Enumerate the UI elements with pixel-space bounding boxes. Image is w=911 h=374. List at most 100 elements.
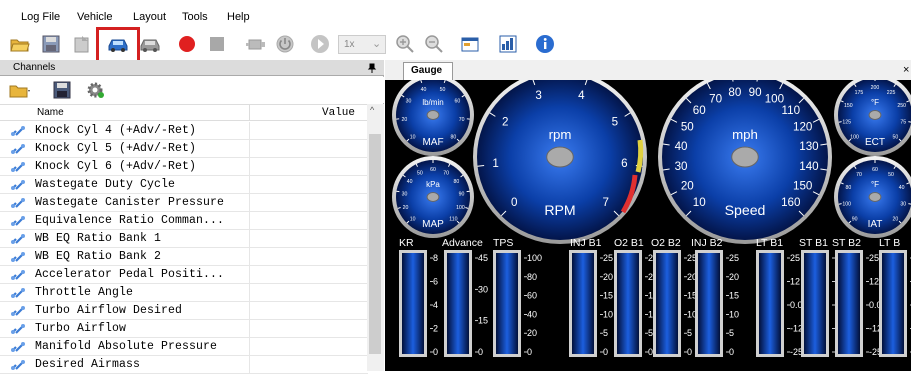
- map-tick-label: 70: [443, 170, 449, 176]
- tps-bar-tick-label: 0: [527, 347, 532, 357]
- maf-tick-label: 30: [406, 99, 412, 105]
- channel-row[interactable]: Wastegate Canister Pressure: [0, 194, 368, 212]
- menu-tools[interactable]: Tools: [182, 11, 208, 23]
- info-icon[interactable]: [535, 34, 555, 54]
- save-channels-icon[interactable]: [52, 80, 72, 100]
- map-tick-label: 110: [449, 216, 457, 222]
- channel-row[interactable]: Knock Cyl 4 (+Adv/-Ret): [0, 122, 368, 140]
- channel-row[interactable]: Knock Cyl 6 (+Adv/-Ret): [0, 158, 368, 176]
- map-gauge-name: MAP: [422, 219, 444, 230]
- scrollbar-thumb[interactable]: [369, 134, 381, 354]
- speed-tick-label: 120: [793, 121, 812, 134]
- channel-name: Turbo Airflow Desired: [35, 304, 182, 317]
- zoom-out-icon[interactable]: [424, 34, 444, 54]
- column-value-header[interactable]: Value: [322, 107, 355, 119]
- bar-label: TPS: [493, 237, 513, 249]
- speed-tick-label: 150: [793, 179, 812, 192]
- channel-link-icon: [10, 341, 26, 353]
- channel-row[interactable]: Knock Cyl 5 (+Adv/-Ret): [0, 140, 368, 158]
- channel-row[interactable]: WB EQ Ratio Bank 1: [0, 230, 368, 248]
- ect-tick-label: 200: [871, 85, 880, 91]
- menu-help[interactable]: Help: [227, 11, 250, 23]
- channel-row[interactable]: Throttle Angle: [0, 284, 368, 302]
- inj-b2-bar-tick-label: 25: [729, 253, 739, 263]
- rpm-tick-label: 2: [502, 116, 508, 129]
- kr-bar-tick-label: 6: [433, 277, 438, 287]
- open-folder-icon[interactable]: [10, 34, 30, 54]
- channel-row[interactable]: WB EQ Ratio Bank 2: [0, 248, 368, 266]
- speed-tick-label: 140: [799, 160, 818, 173]
- inj-b2-bar-tick-label: 0: [729, 347, 734, 357]
- tab-gauge[interactable]: Gauge: [403, 62, 453, 80]
- power-icon[interactable]: [275, 34, 295, 54]
- playback-speed-value: 1x: [344, 39, 355, 50]
- scroll-up-icon[interactable]: ^: [370, 105, 374, 115]
- channel-settings-icon[interactable]: [84, 80, 106, 100]
- speed-tick-label: 60: [693, 104, 706, 117]
- speed-tick-label: 90: [749, 86, 762, 99]
- channel-link-icon: [10, 269, 26, 281]
- open-channels-icon[interactable]: [9, 81, 31, 99]
- save-icon[interactable]: [41, 34, 61, 54]
- gauge-tabstrip: Gauge ×: [385, 60, 911, 80]
- channel-row[interactable]: Desired Airmass: [0, 356, 368, 374]
- o2-b2-bar-fill: [656, 253, 678, 354]
- channel-link-icon: [10, 233, 26, 245]
- stop-icon[interactable]: [207, 34, 227, 54]
- channel-name: Throttle Angle: [35, 286, 133, 299]
- channels-grid-header: Name Value: [0, 104, 384, 121]
- speed-tick-label: 110: [782, 104, 801, 117]
- channel-link-icon: [10, 305, 26, 317]
- channel-row[interactable]: Accelerator Pedal Positi...: [0, 266, 368, 284]
- kr-bar-tick-label: 4: [433, 300, 438, 310]
- zoom-in-icon[interactable]: [395, 34, 415, 54]
- speed-tick-label: 160: [781, 196, 800, 209]
- bar-label: LT B: [879, 237, 900, 249]
- channel-row[interactable]: Turbo Airflow: [0, 320, 368, 338]
- record-icon[interactable]: [177, 34, 197, 54]
- channels-scrollbar[interactable]: ^: [367, 104, 384, 371]
- iat-tick-label: 30: [900, 202, 906, 208]
- bar-label: INJ B2: [691, 237, 723, 249]
- maf-tick-label: 80: [451, 134, 457, 140]
- channel-row[interactable]: Manifold Absolute Pressure: [0, 338, 368, 356]
- kr-bar-tick-label: 0: [433, 347, 438, 357]
- vehicle-disconnect-icon[interactable]: [139, 34, 161, 54]
- map-tick-label: 100: [456, 205, 465, 211]
- lt-b1-bar-tick-label: 0.0: [790, 300, 803, 310]
- column-name-header[interactable]: Name: [37, 107, 64, 118]
- channel-name: Knock Cyl 5 (+Adv/-Ret): [35, 142, 196, 155]
- play-icon[interactable]: [310, 34, 330, 54]
- layout-icon[interactable]: [460, 34, 480, 54]
- speed-needle-hub: [732, 147, 759, 167]
- channel-name: Accelerator Pedal Positi...: [35, 268, 224, 281]
- bar-label: O2 B2: [651, 237, 681, 249]
- rpm-needle-hub: [547, 147, 574, 167]
- dashboard-icon[interactable]: [498, 34, 518, 54]
- menu-log-file[interactable]: Log File: [21, 11, 60, 23]
- inj-b2-bar-tick-label: 10: [729, 309, 739, 319]
- channels-title-bar: Channels: [0, 60, 384, 76]
- close-icon[interactable]: ×: [903, 64, 909, 76]
- speed-tick-label: 80: [728, 86, 741, 99]
- rpm-warning-band: [638, 140, 641, 172]
- inj-b1-bar-tick-label: 10: [603, 309, 613, 319]
- export-icon[interactable]: [72, 34, 92, 54]
- menu-vehicle[interactable]: Vehicle: [77, 11, 112, 23]
- channel-link-icon: [10, 323, 26, 335]
- pin-icon[interactable]: [367, 63, 377, 73]
- map-tick-label: 50: [417, 170, 423, 176]
- speed-tick-label: 30: [675, 160, 688, 173]
- iat-tick-label: 40: [899, 185, 905, 191]
- engine-icon[interactable]: [245, 34, 267, 54]
- channel-row[interactable]: Turbo Airflow Desired: [0, 302, 368, 320]
- menu-layout[interactable]: Layout: [133, 11, 166, 23]
- channel-row[interactable]: Wastegate Duty Cycle: [0, 176, 368, 194]
- playback-speed-select[interactable]: 1x ⌄: [338, 35, 386, 54]
- channel-row[interactable]: Equivalence Ratio Comman...: [0, 212, 368, 230]
- inj-b1-bar-tick-label: 20: [603, 272, 613, 282]
- ect-tick-label: 225: [887, 90, 896, 96]
- ect-tick-label: 75: [900, 120, 906, 126]
- o2-b2-bar-tick-label: 5: [687, 328, 692, 338]
- bar-label: LT B1: [756, 237, 783, 249]
